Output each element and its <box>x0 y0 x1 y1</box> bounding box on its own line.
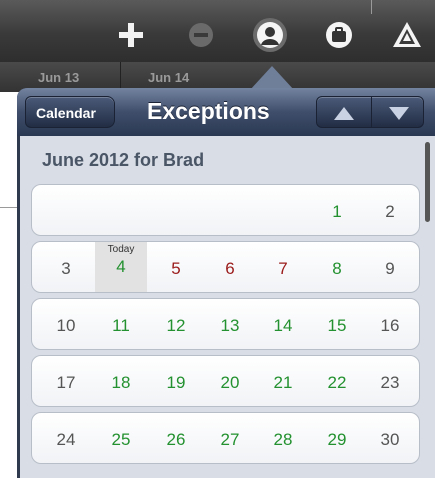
day-cell[interactable]: 3 <box>40 242 92 292</box>
day-number: 13 <box>220 316 240 335</box>
date-label: Jun 14 <box>148 70 190 85</box>
plus-icon[interactable] <box>116 20 146 50</box>
day-number: 9 <box>385 259 395 278</box>
day-number: 27 <box>220 430 240 449</box>
person-icon[interactable] <box>251 16 289 54</box>
day-cell[interactable]: 27 <box>204 413 256 463</box>
day-cell <box>40 185 92 235</box>
day-number: 15 <box>327 316 347 335</box>
connector-line <box>371 0 372 14</box>
arrow-down-icon <box>389 107 409 120</box>
day-cell[interactable]: 29 <box>311 413 363 463</box>
day-number: 4 <box>116 257 126 276</box>
day-cell[interactable]: 13 <box>204 299 256 349</box>
day-cell <box>204 185 256 235</box>
day-number: 2 <box>385 202 395 221</box>
day-cell <box>257 185 309 235</box>
day-number: 26 <box>166 430 186 449</box>
day-cell[interactable]: 6 <box>204 242 256 292</box>
day-cell <box>150 185 202 235</box>
day-cell[interactable]: 9 <box>364 242 416 292</box>
month-nav-control <box>316 96 424 128</box>
day-number: 1 <box>332 202 342 221</box>
top-toolbar <box>0 0 435 62</box>
minus-circle-icon[interactable] <box>186 20 216 50</box>
day-cell[interactable]: 10 <box>40 299 92 349</box>
day-number: 22 <box>327 373 347 392</box>
day-cell[interactable]: 1 <box>311 185 363 235</box>
today-label: Today <box>107 244 135 255</box>
day-cell[interactable]: 7 <box>257 242 309 292</box>
day-cell[interactable]: 15 <box>311 299 363 349</box>
day-number: 29 <box>327 430 347 449</box>
day-number: 16 <box>380 316 400 335</box>
previous-month-button[interactable] <box>317 97 371 127</box>
day-cell[interactable]: 12 <box>150 299 202 349</box>
day-number: 24 <box>56 430 76 449</box>
day-cell[interactable]: 20 <box>204 356 256 406</box>
day-number: 14 <box>273 316 293 335</box>
scrollbar[interactable] <box>425 142 430 222</box>
day-cell[interactable]: 21 <box>257 356 309 406</box>
week-row: 12 <box>31 184 420 236</box>
day-number: 7 <box>278 259 288 278</box>
day-cell[interactable]: 24 <box>40 413 92 463</box>
day-cell[interactable]: 23 <box>364 356 416 406</box>
day-cell[interactable]: 5 <box>150 242 202 292</box>
week-row: 17 18 19 20 21 22 23 <box>31 355 420 407</box>
arrow-up-icon <box>334 107 354 120</box>
day-number: 21 <box>273 373 293 392</box>
week-row: 24 25 26 27 28 29 30 <box>31 412 420 464</box>
day-number: 30 <box>380 430 400 449</box>
popover-header: Calendar Exceptions <box>17 88 435 136</box>
day-number: 3 <box>61 259 71 278</box>
day-number: 17 <box>56 373 76 392</box>
briefcase-icon[interactable] <box>324 20 354 50</box>
day-number: 5 <box>171 259 181 278</box>
date-label: Jun 13 <box>38 70 80 85</box>
day-cell[interactable]: 28 <box>257 413 309 463</box>
day-cell <box>95 185 147 235</box>
day-cell-today[interactable]: Today 4 <box>95 242 147 292</box>
calendar-back-button[interactable]: Calendar <box>25 96 115 128</box>
day-cell[interactable]: 11 <box>95 299 147 349</box>
day-number: 6 <box>225 259 235 278</box>
month-title: June 2012 for Brad <box>42 150 205 170</box>
day-cell[interactable]: 17 <box>40 356 92 406</box>
day-number: 19 <box>166 373 186 392</box>
day-cell[interactable]: 26 <box>150 413 202 463</box>
day-number: 8 <box>332 259 342 278</box>
day-cell[interactable]: 25 <box>95 413 147 463</box>
exceptions-popover: Calendar Exceptions June 2012 for Brad 1… <box>17 88 435 478</box>
calendar-content[interactable]: June 2012 for Brad 1 2 3 Today 4 5 6 7 8 9 10 11 12 1… <box>20 136 435 478</box>
day-cell[interactable]: 14 <box>257 299 309 349</box>
next-month-button[interactable] <box>371 97 423 127</box>
day-cell[interactable]: 16 <box>364 299 416 349</box>
day-number: 25 <box>111 430 131 449</box>
week-row: 10 11 12 13 14 15 16 <box>31 298 420 350</box>
day-cell[interactable]: 18 <box>95 356 147 406</box>
popover-arrow <box>250 66 294 90</box>
day-number: 12 <box>166 316 186 335</box>
day-number: 11 <box>112 316 130 335</box>
day-cell[interactable]: 30 <box>364 413 416 463</box>
day-cell[interactable]: 8 <box>311 242 363 292</box>
day-cell[interactable]: 2 <box>364 185 416 235</box>
week-row: 3 Today 4 5 6 7 8 9 <box>31 241 420 293</box>
day-cell[interactable]: 22 <box>311 356 363 406</box>
day-number: 20 <box>220 373 240 392</box>
day-number: 28 <box>273 430 293 449</box>
day-number: 10 <box>56 316 76 335</box>
warning-icon[interactable] <box>392 20 422 50</box>
day-number: 18 <box>111 373 131 392</box>
popover-title: Exceptions <box>147 98 270 124</box>
app-screen: Jun 13 Jun 14 Calendar Exceptions June 2… <box>0 0 435 478</box>
day-number: 23 <box>380 373 400 392</box>
day-cell[interactable]: 19 <box>150 356 202 406</box>
